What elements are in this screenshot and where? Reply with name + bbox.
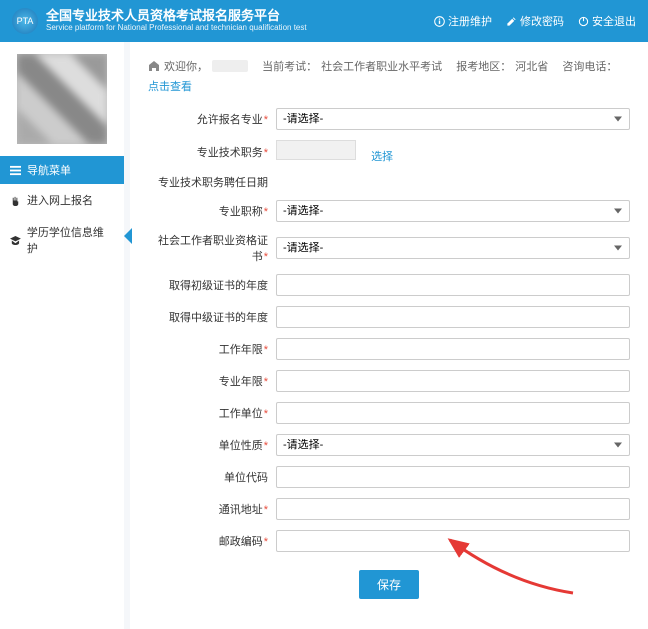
row-tech-date: 专业技术职务聘任日期 [148,174,630,190]
app-logo: PTA [12,8,38,34]
row-junior-year: 取得初级证书的年度 [148,274,630,296]
input-junior-year[interactable] [276,274,630,296]
link-password-label: 修改密码 [520,13,564,29]
exam-label: 当前考试： [262,58,317,74]
select-pro-title[interactable]: -请选择- [276,200,630,222]
input-postcode[interactable] [276,530,630,552]
sidebar-item-label: 学历学位信息维护 [27,224,114,256]
username-masked [212,60,248,72]
label-tech-date: 专业技术职务聘任日期 [148,174,276,190]
power-icon [578,16,589,27]
label-postcode: 邮政编码 [148,533,276,549]
tel-label: 咨询电话： [562,58,617,74]
sidebar-item-online-signup[interactable]: 进入网上报名 [0,184,124,216]
input-unit-code[interactable] [276,466,630,488]
input-mid-year[interactable] [276,306,630,328]
row-allow-major: 允许报名专业 -请选择- [148,108,630,130]
sidebar-item-label: 进入网上报名 [27,192,93,208]
choose-tech-title[interactable]: 选择 [371,151,393,163]
label-mid-year: 取得中级证书的年度 [148,309,276,325]
sidebar: 导航菜单 进入网上报名 学历学位信息维护 [0,42,124,629]
label-unit-code: 单位代码 [148,469,276,485]
submit-row: 保存 [148,570,630,599]
label-tech-title: 专业技术职务 [148,144,276,160]
menu-icon [10,165,21,176]
label-pro-title: 专业职称 [148,203,276,219]
edit-icon [506,16,517,27]
app-title-en: Service platform for National Profession… [46,24,307,33]
main-panel: 欢迎你， 当前考试： 社会工作者职业水平考试 报考地区： 河北省 咨询电话： 点… [130,42,648,629]
label-address: 通讯地址 [148,501,276,517]
tech-title-box [276,140,356,160]
header-titles: 全国专业技术人员资格考试报名服务平台 Service platform for … [46,9,307,32]
exam-value: 社会工作者职业水平考试 [321,58,442,74]
input-pro-years[interactable] [276,370,630,392]
region-value: 河北省 [515,58,548,74]
header-left: PTA 全国专业技术人员资格考试报名服务平台 Service platform … [12,8,307,34]
welcome-label: 欢迎你， [164,58,208,74]
input-work-unit[interactable] [276,402,630,424]
hand-icon [10,195,21,206]
main-layout: 导航菜单 进入网上报名 学历学位信息维护 欢迎你， 当前考试： 社会工作者职业水… [0,42,648,629]
link-register-label: 注册维护 [448,13,492,29]
cap-icon [10,235,21,246]
region-label: 报考地区： [456,58,511,74]
row-address: 通讯地址 [148,498,630,520]
select-social-cert[interactable]: -请选择- [276,237,630,259]
row-tech-title: 专业技术职务 选择 [148,140,630,164]
nav-header-label: 导航菜单 [27,162,71,178]
info-icon [434,16,445,27]
label-pro-years: 专业年限 [148,373,276,389]
link-register-maintain[interactable]: 注册维护 [434,13,492,29]
label-unit-nature: 单位性质 [148,437,276,453]
select-unit-nature[interactable]: -请选择- [276,434,630,456]
label-work-unit: 工作单位 [148,405,276,421]
app-header: PTA 全国专业技术人员资格考试报名服务平台 Service platform … [0,0,648,42]
row-unit-nature: 单位性质 -请选择- [148,434,630,456]
input-address[interactable] [276,498,630,520]
row-work-unit: 工作单位 [148,402,630,424]
row-work-years: 工作年限 [148,338,630,360]
label-social-cert: 社会工作者职业资格证书 [148,232,276,264]
label-junior-year: 取得初级证书的年度 [148,277,276,293]
app-title-cn: 全国专业技术人员资格考试报名服务平台 [46,9,307,23]
row-social-cert: 社会工作者职业资格证书 -请选择- [148,232,630,264]
link-change-password[interactable]: 修改密码 [506,13,564,29]
breadcrumb: 欢迎你， 当前考试： 社会工作者职业水平考试 报考地区： 河北省 咨询电话： 点… [148,52,630,108]
row-pro-title: 专业职称 -请选择- [148,200,630,222]
tel-link[interactable]: 点击查看 [148,78,192,94]
row-mid-year: 取得中级证书的年度 [148,306,630,328]
row-unit-code: 单位代码 [148,466,630,488]
side-tab-indicator [124,228,132,244]
select-allow-major[interactable]: -请选择- [276,108,630,130]
home-icon [148,60,160,72]
sidebar-item-education[interactable]: 学历学位信息维护 [0,216,124,264]
row-pro-years: 专业年限 [148,370,630,392]
user-avatar [17,54,107,144]
label-allow-major: 允许报名专业 [148,111,276,127]
header-right: 注册维护 修改密码 安全退出 [434,13,636,29]
link-logout-label: 安全退出 [592,13,636,29]
label-work-years: 工作年限 [148,341,276,357]
input-work-years[interactable] [276,338,630,360]
row-postcode: 邮政编码 [148,530,630,552]
link-logout[interactable]: 安全退出 [578,13,636,29]
save-button[interactable]: 保存 [359,570,419,599]
nav-header: 导航菜单 [0,156,124,184]
